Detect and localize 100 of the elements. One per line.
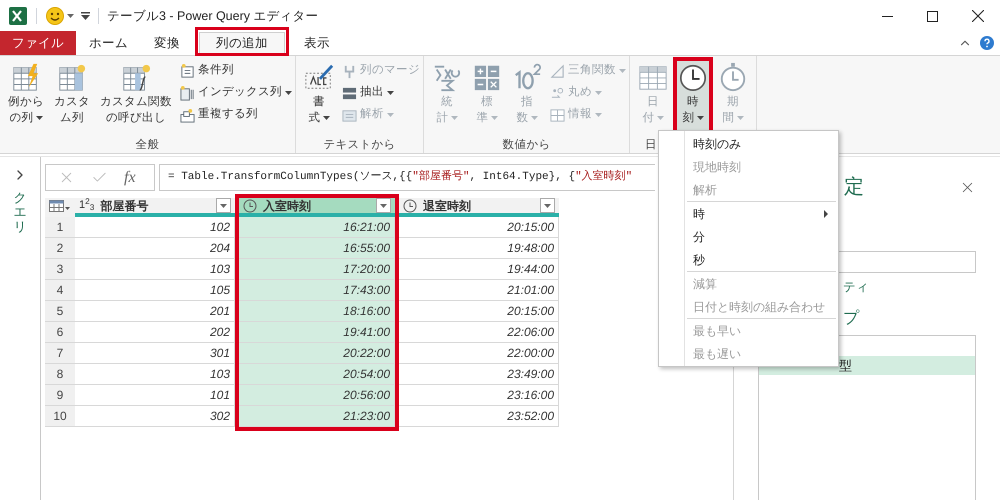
table-cell: 301 (75, 343, 235, 364)
ribbon-small-button[interactable]: 重複する列 (180, 104, 292, 126)
ribbon-small-button[interactable]: インデックス列 (180, 82, 292, 104)
table-lightning-icon (11, 62, 41, 92)
ribbon-button[interactable]: 例から の列 (3, 57, 49, 137)
table-cell: 16:55:00 (239, 238, 395, 259)
table-function-icon (121, 62, 151, 92)
info-icon (550, 108, 565, 122)
spreadsheet-app-icon (9, 7, 27, 25)
exponent-icon (512, 62, 542, 92)
button-label: 指 (521, 94, 533, 110)
button-label: 数 (516, 110, 538, 126)
filter-button[interactable] (540, 198, 555, 213)
table-cell: 202 (75, 322, 235, 343)
caret-icon (67, 14, 74, 18)
group-label: 日 (645, 138, 657, 153)
section-heading: プ (843, 308, 859, 329)
button-label: 時 (687, 94, 699, 110)
row-number: 7 (45, 343, 75, 364)
button-label: 期 (727, 94, 739, 110)
button-label: 例から (8, 95, 44, 110)
table-cell: 17:20:00 (239, 259, 395, 280)
table-cell: 103 (75, 259, 235, 280)
parse-icon (342, 108, 357, 122)
button-label: 準 (476, 110, 498, 126)
queries-pane-label[interactable]: クエリ (14, 191, 26, 234)
table-star-icon (57, 62, 87, 92)
index-icon (180, 86, 195, 100)
ribbon-tab[interactable]: 変換 (141, 31, 193, 55)
extract-icon (342, 86, 357, 100)
group-label: テキストから (324, 138, 396, 153)
caret-icon (380, 204, 387, 208)
column-name: 入室時刻 (263, 198, 311, 214)
customize-toolbar-icon[interactable] (81, 12, 90, 20)
table-cell: 20:22:00 (239, 343, 395, 364)
button-label: 式 (308, 110, 330, 126)
row-number: 10 (45, 406, 75, 427)
column-header[interactable]: 退室時刻 (399, 198, 559, 217)
button-label: 間 (722, 110, 744, 126)
table-cell: 101 (75, 385, 235, 406)
file-tab[interactable]: ファイル (0, 31, 76, 55)
close-icon (972, 10, 984, 22)
window-title: テーブル3 - Power Query エディター (107, 8, 318, 25)
button-label: の呼び出し (106, 110, 166, 126)
table-cell: 18:16:00 (239, 301, 395, 322)
ribbon-button[interactable]: カスタ ム列 (49, 57, 95, 137)
table-cell: 17:43:00 (239, 280, 395, 301)
table-cell: 204 (75, 238, 235, 259)
column-header[interactable]: 1$^{2}$$_{3}$ 部屋番号 (75, 198, 235, 217)
button-label: 計 (436, 110, 458, 126)
table-cell: 20:54:00 (239, 364, 395, 385)
row-number: 3 (45, 259, 75, 280)
formula-field[interactable]: = Table.TransformColumnTypes(ソース,{{"部屋番号", Int64.Type}, {"入室時刻" (159, 164, 655, 191)
triangle-icon (550, 64, 565, 78)
table-cell: 20:15:00 (399, 301, 559, 322)
smiley-icon[interactable] (46, 7, 64, 25)
button-label: 日 (647, 95, 659, 110)
table-cell: 19:48:00 (399, 238, 559, 259)
duplicate-icon (180, 108, 195, 122)
button-label: ム列 (60, 110, 84, 126)
clock-icon (678, 62, 708, 92)
ribbon-small-button[interactable]: 条件列 (180, 60, 292, 82)
filter-button[interactable] (216, 198, 231, 213)
help-icon[interactable] (980, 36, 994, 50)
ribbon-tab[interactable]: ホーム (76, 31, 141, 55)
properties-link[interactable]: ティ (843, 278, 869, 297)
maximize-icon (927, 10, 938, 22)
row-number: 1 (45, 217, 75, 238)
button-label: 付 (642, 110, 664, 126)
ribbon-button[interactable]: 書 式 (299, 57, 339, 137)
function-label[interactable]: fx (124, 166, 136, 190)
ribbon-tab[interactable]: 列の追加 (199, 32, 285, 53)
table-cell: 19:44:00 (399, 259, 559, 280)
filter-button[interactable] (376, 198, 391, 213)
ribbon-small-button[interactable]: 抽出 (342, 82, 420, 104)
table-cell: 20:15:00 (399, 217, 559, 238)
table-cell: 20:56:00 (239, 385, 395, 406)
menu-item[interactable]: 秒 (687, 248, 836, 271)
row-number: 8 (45, 364, 75, 385)
ribbon-tab[interactable]: 表示 (291, 31, 343, 55)
button-label: 統 (441, 94, 453, 110)
menu-item[interactable]: 時 (687, 202, 836, 225)
table-cell: 302 (75, 406, 235, 427)
table-menu-icon[interactable] (49, 200, 71, 212)
conditional-icon (180, 64, 195, 78)
group-label: 全般 (136, 138, 160, 153)
caret-icon (220, 204, 227, 208)
table-cell: 103 (75, 364, 235, 385)
menu-item[interactable]: 分 (687, 225, 836, 248)
caret-icon (544, 204, 551, 208)
column-header[interactable]: 入室時刻 (239, 198, 395, 217)
clock-icon (243, 198, 257, 212)
submenu-arrow-icon (824, 210, 828, 218)
button-label: 刻 (682, 110, 704, 126)
button-label: カスタム関数 (100, 94, 172, 110)
row-number: 5 (45, 301, 75, 322)
merge-icon (342, 64, 357, 78)
row-number: 6 (45, 322, 75, 343)
group-label: 数値から (502, 138, 550, 153)
ribbon-button[interactable]: カスタム関数 の呼び出し (95, 57, 177, 137)
